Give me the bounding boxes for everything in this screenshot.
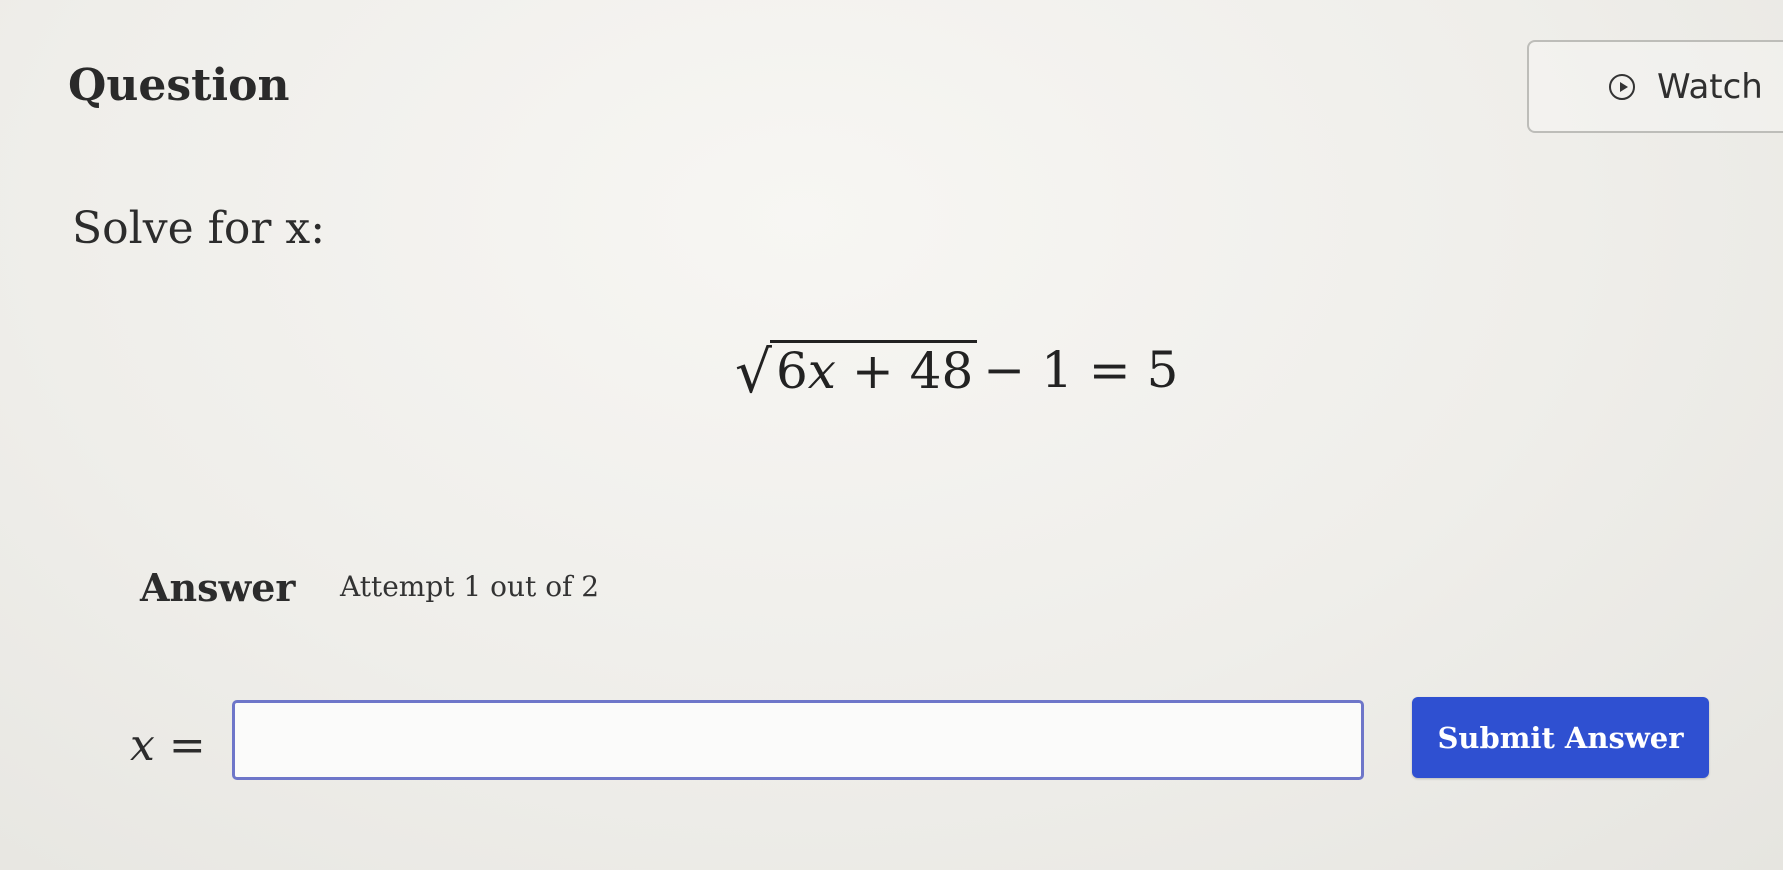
answer-variable-label: x = (130, 720, 206, 771)
radicand-coefficient: 6 (775, 342, 808, 400)
play-circle-icon (1609, 73, 1635, 100)
radicand-variable: x (807, 342, 836, 400)
equation: √ 6x + 48 − 1 = 5 (735, 340, 1178, 401)
question-prompt: Solve for x: (72, 203, 326, 254)
radicand-constant: + 48 (835, 342, 974, 400)
watch-video-button[interactable]: Watch (1527, 40, 1783, 133)
answer-input[interactable] (232, 700, 1364, 780)
attempt-counter: Attempt 1 out of 2 (340, 570, 600, 603)
answer-label: Answer (140, 565, 296, 610)
watch-label: Watch (1657, 66, 1763, 107)
answer-variable: x (130, 720, 155, 771)
sqrt-symbol: √ (735, 338, 772, 407)
submit-answer-button[interactable]: Submit Answer (1412, 697, 1709, 778)
question-title: Question (68, 60, 290, 111)
equation-radicand: 6x + 48 (769, 340, 978, 401)
answer-equals: = (154, 720, 206, 771)
equation-rest: − 1 = 5 (983, 341, 1179, 400)
